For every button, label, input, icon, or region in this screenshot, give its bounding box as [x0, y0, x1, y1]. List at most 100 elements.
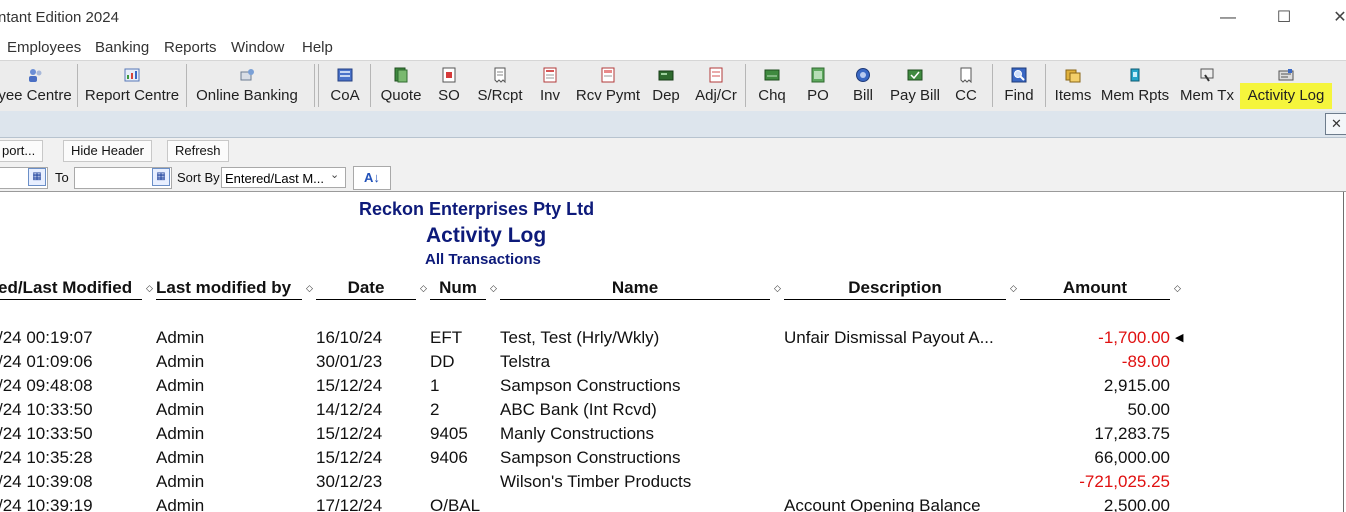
- close-button[interactable]: ✕: [1325, 6, 1346, 30]
- report-window-strip: ✕: [0, 111, 1346, 138]
- sort-by-select[interactable]: Entered/Last M...: [221, 167, 346, 188]
- table-row[interactable]: /24 01:09:06 Admin 30/01/23 DD Telstra -…: [0, 352, 1340, 374]
- cell-amount: 2,915.00: [1103, 376, 1170, 395]
- bill-icon: [856, 68, 870, 82]
- maximize-button[interactable]: ☐: [1269, 6, 1299, 30]
- activity-log-icon: [1278, 69, 1294, 81]
- toolbar-quote[interactable]: Quote: [377, 61, 425, 109]
- toolbar-inv[interactable]: Inv: [535, 61, 565, 109]
- cell-amount: -1,700.00: [1098, 328, 1170, 347]
- calendar-icon[interactable]: ▦: [152, 168, 170, 186]
- toolbar-cc[interactable]: CC: [953, 61, 979, 109]
- toolbar-mem-rpts[interactable]: Mem Rpts: [1100, 61, 1170, 109]
- title-bar: ntant Edition 2024 — ☐ ✕: [0, 0, 1346, 36]
- icon-toolbar: yee Centre Report Centre Online Banking …: [0, 60, 1346, 112]
- toolbar-items[interactable]: Items: [1052, 61, 1094, 109]
- column-header-name[interactable]: Name: [500, 278, 770, 300]
- report-button-bar: port... Hide Header Refresh: [0, 138, 1346, 165]
- cell-date: 15/12/24: [316, 448, 383, 467]
- chart-of-accounts-icon: [337, 68, 353, 82]
- column-header-amount[interactable]: Amount: [1020, 278, 1170, 300]
- menu-employees[interactable]: Employees: [7, 39, 81, 56]
- cell-name: ABC Bank (Int Rcvd): [500, 400, 657, 419]
- toolbar-find[interactable]: Find: [1000, 61, 1038, 109]
- sales-order-icon: [442, 67, 456, 83]
- menu-banking[interactable]: Banking: [95, 39, 149, 56]
- column-resize-handle[interactable]: ◇: [774, 283, 781, 294]
- cell-modified: /24 10:39:19: [0, 496, 93, 512]
- menu-bar: Employees Banking Reports Window Help: [0, 36, 1346, 60]
- table-row[interactable]: /24 09:48:08 Admin 15/12/24 1 Sampson Co…: [0, 376, 1340, 398]
- sort-order-button[interactable]: A↓: [353, 166, 391, 190]
- cell-amount: 17,283.75: [1094, 424, 1170, 443]
- toolbar-mem-tx[interactable]: Mem Tx: [1178, 61, 1236, 109]
- column-header-entered-last-modified[interactable]: ed/Last Modified: [0, 278, 142, 300]
- toolbar-adj-cr[interactable]: Adj/Cr: [690, 61, 742, 109]
- column-header-date[interactable]: Date: [316, 278, 416, 300]
- report-window-close-button[interactable]: ✕: [1325, 113, 1346, 135]
- column-resize-handle[interactable]: ◇: [490, 283, 497, 294]
- toolbar-po[interactable]: PO: [803, 61, 833, 109]
- column-resize-handle[interactable]: ◇: [1010, 283, 1017, 294]
- menu-help[interactable]: Help: [302, 39, 333, 56]
- pay-bill-icon: [907, 69, 923, 81]
- column-header-last-modified-by[interactable]: Last modified by: [156, 278, 302, 300]
- toolbar-employee-centre[interactable]: yee Centre: [0, 61, 72, 109]
- minimize-button[interactable]: —: [1213, 6, 1243, 30]
- menu-window[interactable]: Window: [231, 39, 284, 56]
- cell-modified-by: Admin: [156, 472, 205, 491]
- chevron-down-icon[interactable]: ⌄: [330, 168, 339, 181]
- cell-date: 30/01/23: [316, 352, 383, 371]
- export-button[interactable]: port...: [0, 140, 44, 162]
- deposit-icon: [658, 70, 674, 81]
- refresh-button[interactable]: Refresh: [167, 140, 229, 162]
- cell-description: Unfair Dismissal Payout A...: [784, 328, 994, 347]
- toolbar-so[interactable]: SO: [432, 61, 466, 109]
- hide-header-button[interactable]: Hide Header: [63, 140, 152, 162]
- column-resize-handle[interactable]: ◇: [146, 283, 153, 294]
- toolbar-report-centre[interactable]: Report Centre: [83, 61, 181, 109]
- toolbar-separator: [992, 64, 993, 107]
- toolbar-dep[interactable]: Dep: [648, 61, 684, 109]
- cell-amount: -721,025.25: [1079, 472, 1170, 491]
- toolbar-srcpt[interactable]: S/Rcpt: [474, 61, 526, 109]
- column-header-description[interactable]: Description: [784, 278, 1006, 300]
- cell-modified-by: Admin: [156, 448, 205, 467]
- calendar-icon[interactable]: ▦: [28, 168, 46, 186]
- sort-by-value: Entered/Last M...: [225, 171, 324, 186]
- cell-date: 14/12/24: [316, 400, 383, 419]
- cell-modified-by: Admin: [156, 328, 205, 347]
- table-row[interactable]: /24 10:33:50 Admin 14/12/24 2 ABC Bank (…: [0, 400, 1340, 422]
- cell-modified-by: Admin: [156, 400, 205, 419]
- table-row[interactable]: /24 10:39:19 Admin 17/12/24 O/BAL Accoun…: [0, 496, 1340, 512]
- toolbar-bill[interactable]: Bill: [845, 61, 881, 109]
- column-header-num[interactable]: Num: [430, 278, 486, 300]
- receive-payment-icon: [601, 67, 615, 83]
- report-subtitle: All Transactions: [425, 251, 541, 268]
- toolbar-online-banking[interactable]: Online Banking: [193, 61, 301, 109]
- table-row[interactable]: /24 00:19:07 Admin 16/10/24 EFT Test, Te…: [0, 328, 1340, 350]
- report-title: Activity Log: [426, 224, 547, 247]
- cell-modified: /24 01:09:06: [0, 352, 93, 371]
- online-banking-icon: [240, 69, 254, 81]
- menu-reports[interactable]: Reports: [164, 39, 217, 56]
- table-row[interactable]: /24 10:35:28 Admin 15/12/24 9406 Sampson…: [0, 448, 1340, 470]
- table-row[interactable]: /24 10:39:08 Admin 30/12/23 Wilson's Tim…: [0, 472, 1340, 494]
- cell-num: 9406: [430, 448, 468, 467]
- cell-amount: 50.00: [1127, 400, 1170, 419]
- toolbar-rcv-pymt[interactable]: Rcv Pymt: [575, 61, 641, 109]
- report-centre-icon: [124, 68, 140, 82]
- cell-amount: 2,500.00: [1103, 496, 1170, 512]
- cell-modified: /24 10:35:28: [0, 448, 93, 467]
- toolbar-pay-bill[interactable]: Pay Bill: [888, 61, 942, 109]
- sales-receipt-icon: [494, 67, 506, 83]
- toolbar-activity-log[interactable]: Activity Log: [1240, 61, 1332, 109]
- column-resize-handle[interactable]: ◇: [420, 283, 427, 294]
- table-row[interactable]: /24 10:33:50 Admin 15/12/24 9405 Manly C…: [0, 424, 1340, 446]
- to-label: To: [55, 170, 69, 185]
- toolbar-coa[interactable]: CoA: [327, 61, 363, 109]
- toolbar-chq[interactable]: Chq: [754, 61, 790, 109]
- column-resize-handle[interactable]: ◇: [306, 283, 313, 294]
- cell-num: DD: [430, 352, 455, 371]
- column-resize-handle[interactable]: ◇: [1174, 283, 1181, 294]
